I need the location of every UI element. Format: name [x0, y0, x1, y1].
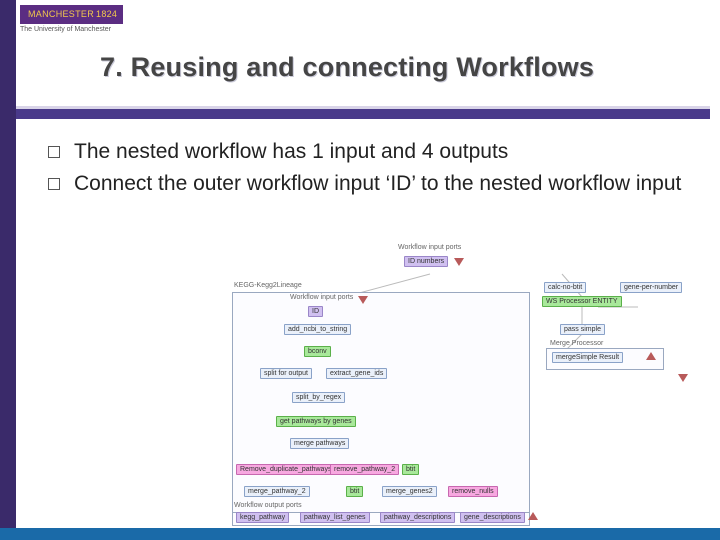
label-kegg-lineage: KEGG-Kegg2Lineage [234, 282, 302, 289]
logo-year: 1824 [96, 9, 117, 19]
bullet-item: The nested workflow has 1 input and 4 ou… [48, 138, 690, 166]
university-logo: MANCHESTER1824 The University of Manches… [20, 4, 140, 44]
node-split-regex: split_by_regex [292, 392, 345, 403]
node-merge-pathways: merge pathways [290, 438, 349, 449]
bullet-list: The nested workflow has 1 input and 4 ou… [48, 138, 690, 203]
node-merge-genes: merge_genes2 [382, 486, 437, 497]
port-id-numbers: ID numbers [404, 256, 448, 267]
node-btit-2: btit [346, 486, 363, 497]
node-remove-dup: Remove_duplicate_pathways [236, 464, 335, 475]
label-wf-input-ports: Workflow input ports [398, 244, 461, 251]
label-wf-input-ports-inner: Workflow input ports [290, 294, 353, 301]
node-bconv: bconv [304, 346, 331, 357]
bullet-text: The nested workflow has 1 input and 4 ou… [74, 138, 508, 166]
node-calc-btit: calc-no-btit [544, 282, 586, 293]
triangle-up-icon [528, 512, 538, 520]
label-merge-processor: Merge Processor [550, 340, 603, 347]
logo-name: MANCHESTER [28, 9, 94, 19]
bullet-item: Connect the outer workflow input ‘ID’ to… [48, 170, 690, 198]
node-ws-processor: WS Processor ENTITY [542, 296, 622, 307]
node-gene-per-number: gene-per-number [620, 282, 682, 293]
node-merge-simple-result: mergeSimple Result [552, 352, 623, 363]
slide-title: 7. Reusing and connecting Workflows [100, 52, 594, 83]
node-merge-pathway-2: merge_pathway_2 [244, 486, 310, 497]
nested-workflow-box [232, 292, 530, 516]
footer-stripe [0, 528, 720, 540]
triangle-up-icon [646, 352, 656, 360]
logo-subtitle: The University of Manchester [20, 26, 140, 33]
node-extract-gene: extract_gene_ids [326, 368, 387, 379]
slide: MANCHESTER1824 The University of Manches… [0, 0, 720, 540]
port-pathway-list: pathway_list_genes [300, 512, 370, 523]
node-pass-simple: pass simple [560, 324, 605, 335]
port-kegg-pathway: kegg_pathway [236, 512, 289, 523]
node-split-output: split for output [260, 368, 312, 379]
logo-badge: MANCHESTER1824 [20, 5, 123, 24]
triangle-down-icon [678, 374, 688, 382]
port-gene-desc: gene_descriptions [460, 512, 525, 523]
workflow-diagram: Workflow input ports ID numbers KEGG-Keg… [230, 244, 690, 524]
node-remove-nulls: remove_nulls [448, 486, 498, 497]
triangle-down-icon [454, 258, 464, 266]
title-rule [16, 106, 710, 120]
bullet-icon [48, 178, 60, 190]
node-btit: btit [402, 464, 419, 475]
label-wf-output-ports: Workflow output ports [234, 502, 302, 509]
port-id: ID [308, 306, 323, 317]
triangle-down-icon [358, 296, 368, 304]
bullet-icon [48, 146, 60, 158]
node-add-ncbi: add_ncbi_to_string [284, 324, 351, 335]
bullet-text: Connect the outer workflow input ‘ID’ to… [74, 170, 681, 198]
port-pathway-desc: pathway_descriptions [380, 512, 455, 523]
left-stripe [0, 0, 16, 540]
node-get-pathways: get pathways by genes [276, 416, 356, 427]
node-remove-pathway-2: remove_pathway_2 [330, 464, 399, 475]
